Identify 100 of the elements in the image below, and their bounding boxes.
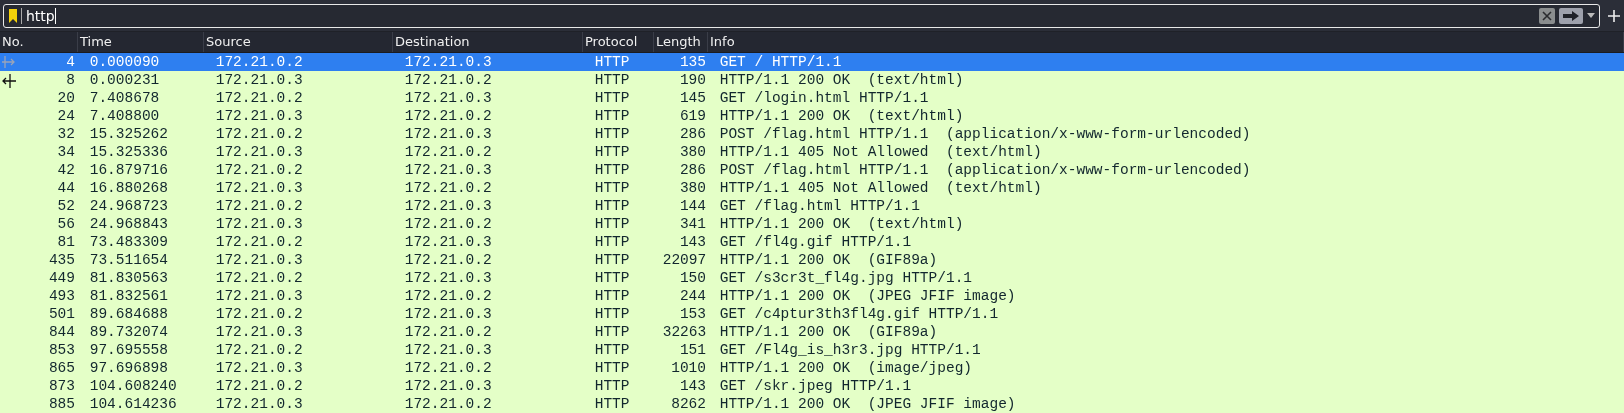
source-cell-text: 172.21.0.2 — [214, 197, 304, 215]
length-cell-text: 619 — [678, 107, 707, 125]
info-cell-text: GET /flag.html HTTP/1.1 — [718, 197, 921, 215]
number-cell-text: 32 — [56, 125, 76, 143]
number-cell-text: 42 — [56, 161, 76, 179]
time-cell-text: 73.483309 — [88, 233, 169, 251]
time-cell-text: 97.695558 — [88, 341, 169, 359]
source-cell-text: 172.21.0.2 — [214, 125, 304, 143]
number-cell-text: 52 — [56, 197, 76, 215]
protocol-cell-text: HTTP — [593, 395, 631, 413]
dropdown-caret-icon[interactable] — [1587, 13, 1595, 18]
destination-cell-text: 172.21.0.3 — [403, 269, 493, 287]
source-cell-text: 172.21.0.3 — [214, 323, 304, 341]
time-cell-text: 81.832561 — [88, 287, 169, 305]
length-cell-text: 1010 — [670, 359, 707, 377]
column-header[interactable]: Info — [708, 32, 1624, 52]
time-cell-text: 97.696898 — [88, 359, 169, 377]
protocol-cell-text: HTTP — [593, 215, 631, 233]
number-cell-text: 44 — [56, 179, 76, 197]
number-cell-text: 435 — [47, 251, 76, 269]
filter-text: http — [26, 7, 55, 24]
destination-cell-text: 172.21.0.2 — [403, 179, 493, 197]
length-cell-text: 190 — [678, 71, 707, 89]
number-cell-text: 844 — [47, 323, 76, 341]
column-header[interactable]: Destination — [393, 32, 583, 52]
info-cell-text: GET /Fl4g_is_h3r3.jpg HTTP/1.1 — [718, 341, 982, 359]
info-cell-text: GET / HTTP/1.1 — [718, 53, 843, 71]
source-cell-text: 172.21.0.3 — [214, 107, 304, 125]
source-cell-text: 172.21.0.3 — [214, 395, 304, 413]
length-cell-text: 286 — [678, 125, 707, 143]
packet-row[interactable]: 4 0.000090 172.21.0.2 172.21.0.3 HTTP 135 GET / HTTP/1.1 — [0, 53, 1624, 71]
time-cell-text: 16.879716 — [88, 161, 169, 179]
clear-icon[interactable] — [1539, 7, 1555, 24]
length-cell-text: 286 — [678, 161, 707, 179]
destination-cell-text: 172.21.0.3 — [403, 161, 493, 179]
length-cell-text: 22097 — [661, 251, 708, 269]
number-cell: 4 — [0, 53, 78, 71]
right-arrow-icon — [2, 56, 16, 68]
length-cell-text: 341 — [678, 215, 707, 233]
time-cell-text: 24.968723 — [88, 197, 169, 215]
info-cell-text: GET /login.html HTTP/1.1 — [718, 89, 930, 107]
info-cell-text: POST /flag.html HTTP/1.1 (application/x-www-form-urlencoded) — [718, 125, 1252, 143]
source-cell-text: 172.21.0.3 — [214, 179, 304, 197]
destination-cell-text: 172.21.0.2 — [403, 215, 493, 233]
time-cell-text: 0.000231 — [88, 71, 161, 89]
protocol-cell-text: HTTP — [593, 71, 631, 89]
length-cell-text: 144 — [678, 197, 707, 215]
add-button-icon[interactable] — [1608, 9, 1620, 22]
protocol-cell-text: HTTP — [593, 269, 631, 287]
source-cell-text: 172.21.0.2 — [214, 233, 304, 251]
source-cell-text: 172.21.0.2 — [214, 269, 304, 287]
info-cell-text: GET /fl4g.gif HTTP/1.1 — [718, 233, 913, 251]
time-cell-text: 73.511654 — [88, 251, 169, 269]
bookmark-icon[interactable] — [8, 7, 22, 24]
destination-cell-text: 172.21.0.3 — [403, 197, 493, 215]
destination-cell-text: 172.21.0.2 — [403, 107, 493, 125]
length-cell-text: 380 — [678, 179, 707, 197]
length-cell-text: 150 — [678, 269, 707, 287]
destination-cell-text: 172.21.0.2 — [403, 359, 493, 377]
time-cell-text: 0.000090 — [88, 53, 161, 71]
destination-cell-text: 172.21.0.3 — [403, 341, 493, 359]
source-cell-text: 172.21.0.2 — [214, 377, 304, 395]
protocol-cell-text: HTTP — [593, 305, 631, 323]
info-cell-text: HTTP/1.1 200 OK (GIF89a) — [718, 323, 939, 341]
number-cell-text: 865 — [47, 359, 76, 377]
info-cell-text: HTTP/1.1 200 OK (text/html) — [718, 107, 965, 125]
source-cell-text: 172.21.0.2 — [214, 341, 304, 359]
info-cell-text: HTTP/1.1 200 OK (text/html) — [718, 215, 965, 233]
source-cell-text: 172.21.0.3 — [214, 359, 304, 377]
column-header[interactable]: Protocol — [583, 32, 654, 52]
protocol-cell-text: HTTP — [593, 89, 631, 107]
column-header[interactable]: Source — [204, 32, 393, 52]
number-cell-text: 34 — [56, 143, 76, 161]
number-cell-text: 56 — [56, 215, 76, 233]
info-cell-text: HTTP/1.1 405 Not Allowed (text/html) — [718, 179, 1043, 197]
length-cell-text: 153 — [678, 305, 707, 323]
time-cell-text: 7.408800 — [88, 107, 161, 125]
protocol-cell-text: HTTP — [593, 179, 631, 197]
source-cell-text: 172.21.0.2 — [214, 161, 304, 179]
protocol-cell-text: HTTP — [593, 323, 631, 341]
info-cell-text: GET /s3cr3t_fl4g.jpg HTTP/1.1 — [718, 269, 974, 287]
info-cell-text: GET /skr.jpeg HTTP/1.1 — [718, 377, 913, 395]
source-cell-text: 172.21.0.3 — [214, 215, 304, 233]
filter-field[interactable]: http — [3, 3, 1600, 28]
destination-cell-text: 172.21.0.3 — [403, 305, 493, 323]
length-cell-text: 380 — [678, 143, 707, 161]
protocol-cell-text: HTTP — [593, 125, 631, 143]
protocol-cell-text: HTTP — [593, 287, 631, 305]
destination-cell-text: 172.21.0.3 — [403, 233, 493, 251]
length-cell-text: 145 — [678, 89, 707, 107]
time-cell-text: 24.968843 — [88, 215, 169, 233]
column-header[interactable]: Length — [654, 32, 708, 52]
destination-cell-text: 172.21.0.2 — [403, 287, 493, 305]
time-cell-text: 81.830563 — [88, 269, 169, 287]
column-header[interactable]: No. — [0, 32, 78, 52]
number-cell-text: 885 — [47, 395, 76, 413]
column-header[interactable]: Time — [78, 32, 204, 52]
time-cell-text: 89.684688 — [88, 305, 169, 323]
info-cell-text: HTTP/1.1 200 OK (JPEG JFIF image) — [718, 287, 1017, 305]
length-cell-text: 151 — [678, 341, 707, 359]
